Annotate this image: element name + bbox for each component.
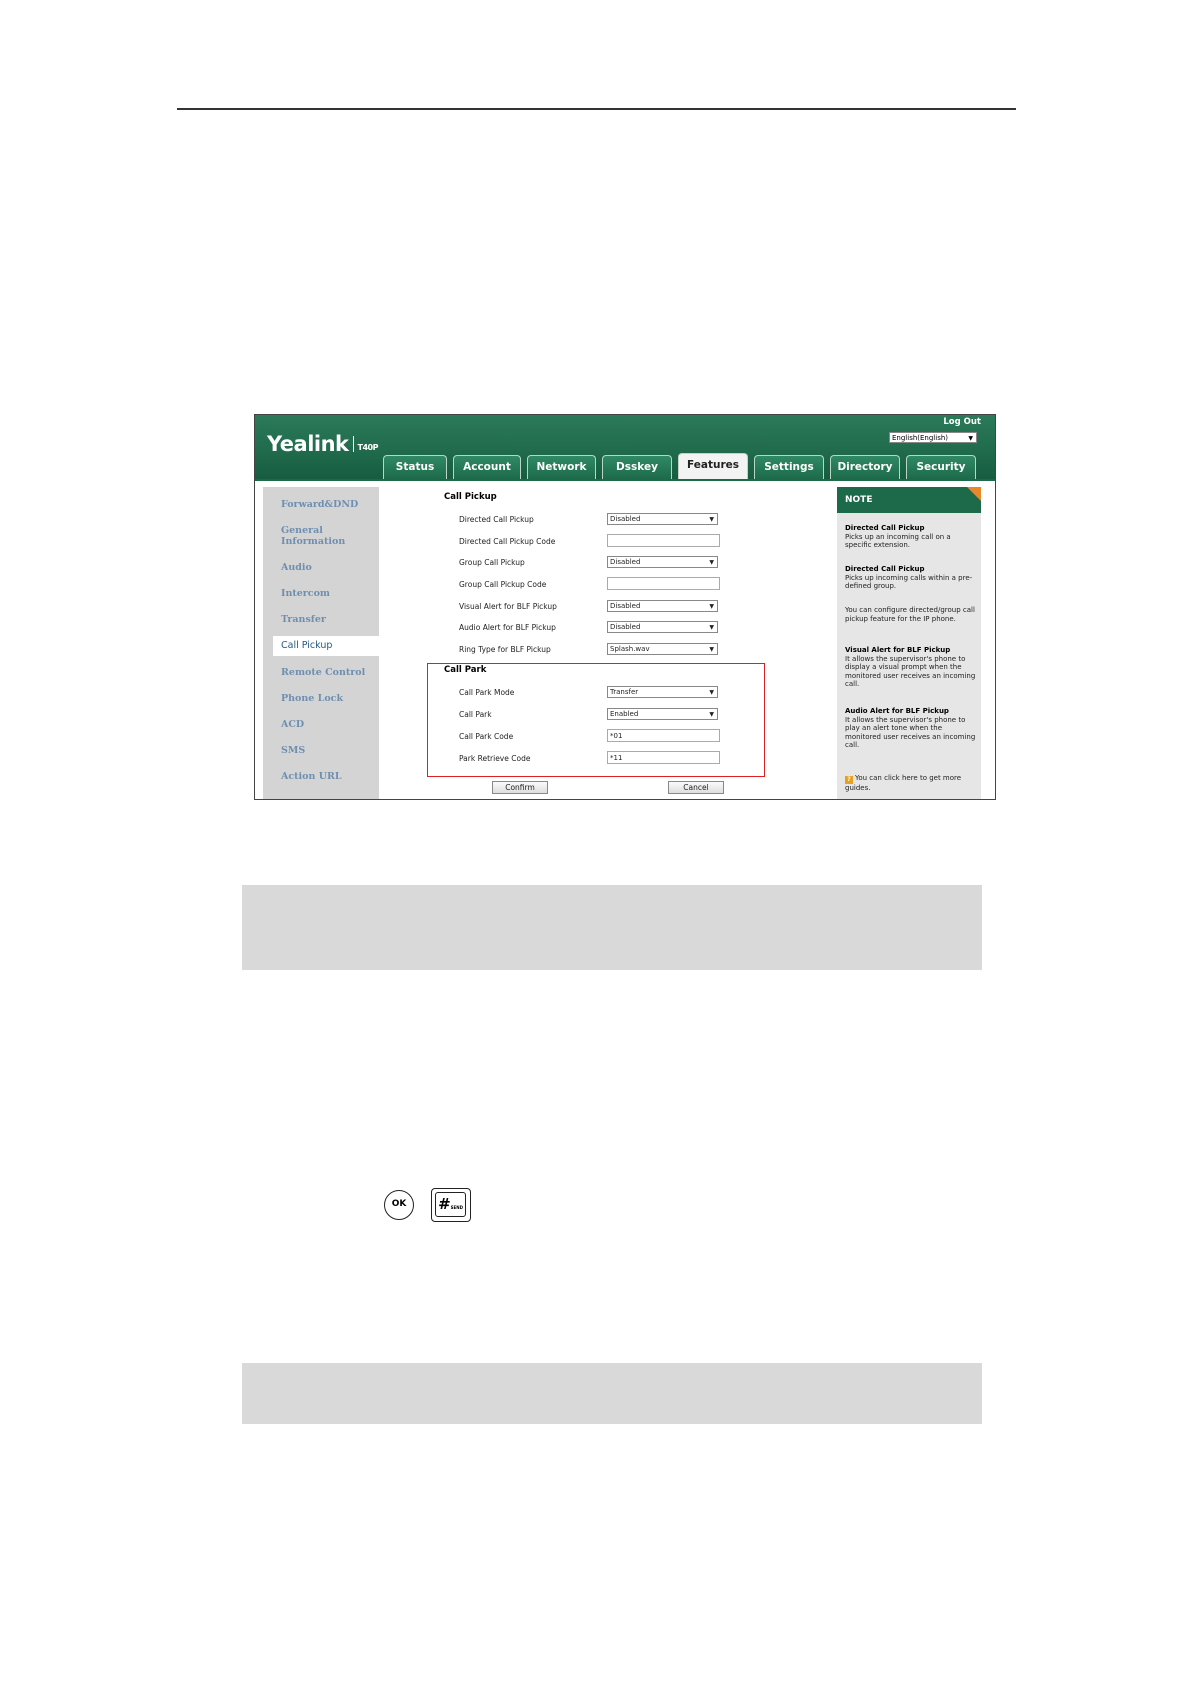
note-shading-box bbox=[242, 1363, 982, 1424]
sidebar-item-sms[interactable]: SMS bbox=[281, 745, 305, 756]
chevron-down-icon: ▼ bbox=[709, 559, 714, 566]
chevron-down-icon: ▼ bbox=[709, 646, 714, 653]
sidebar-item-action-url[interactable]: Action URL bbox=[281, 771, 342, 782]
help-icon: ? bbox=[845, 776, 853, 784]
tab-bar: Status Account Network Dsskey Features S… bbox=[255, 453, 995, 479]
sidebar-item-transfer[interactable]: Transfer bbox=[281, 614, 326, 625]
note-help-link[interactable]: ? You can click here to get more guides. bbox=[845, 774, 977, 793]
tab-network[interactable]: Network bbox=[527, 455, 596, 479]
chevron-down-icon: ▼ bbox=[709, 624, 714, 631]
tab-security[interactable]: Security bbox=[906, 455, 976, 479]
audio-alert-blf-pickup-select[interactable]: Disabled ▼ bbox=[607, 621, 718, 633]
logout-link[interactable]: Log Out bbox=[943, 417, 981, 427]
tab-features[interactable]: Features bbox=[678, 453, 748, 479]
note-block: Audio Alert for BLF Pickup It allows the … bbox=[845, 707, 976, 749]
note-panel: NOTE Directed Call Pickup Picks up an inc… bbox=[837, 487, 981, 799]
field-label: Group Call Pickup Code bbox=[459, 580, 547, 589]
note-corner-fold bbox=[967, 487, 981, 501]
chevron-down-icon: ▼ bbox=[709, 516, 714, 523]
language-select[interactable]: English(English) ▼ bbox=[889, 432, 977, 443]
field-label: Call Park bbox=[459, 710, 492, 719]
note-block: Visual Alert for BLF Pickup It allows the… bbox=[845, 646, 976, 688]
sidebar-item-call-pickup[interactable]: Call Pickup bbox=[273, 636, 389, 656]
note-block: Directed Call Pickup Picks up an incoming… bbox=[845, 524, 951, 549]
field-label: Ring Type for BLF Pickup bbox=[459, 645, 551, 654]
field-label: Visual Alert for BLF Pickup bbox=[459, 602, 557, 611]
ring-type-blf-pickup-select[interactable]: Splash.wav ▼ bbox=[607, 643, 718, 655]
call-park-select[interactable]: Enabled ▼ bbox=[607, 708, 718, 720]
tab-account[interactable]: Account bbox=[453, 455, 521, 479]
sidebar-item-audio[interactable]: Audio bbox=[281, 562, 312, 573]
cancel-button[interactable]: Cancel bbox=[668, 781, 724, 794]
directed-call-pickup-select[interactable]: Disabled ▼ bbox=[607, 513, 718, 525]
sidebar-item-remote-control[interactable]: Remote Control bbox=[281, 667, 365, 678]
sidebar-item-phone-lock[interactable]: Phone Lock bbox=[281, 693, 343, 704]
note-block: You can configure directed/group call pi… bbox=[845, 606, 975, 623]
web-ui-screenshot: Yealink T40P Log Out English(English) ▼ St… bbox=[254, 414, 996, 800]
field-label: Park Retrieve Code bbox=[459, 754, 531, 763]
header-rule bbox=[177, 108, 1016, 110]
chevron-down-icon: ▼ bbox=[968, 435, 973, 442]
chevron-down-icon: ▼ bbox=[709, 711, 714, 718]
tab-dsskey[interactable]: Dsskey bbox=[602, 455, 672, 479]
group-call-pickup-code-input[interactable] bbox=[607, 577, 720, 590]
chevron-down-icon: ▼ bbox=[709, 603, 714, 610]
call-pickup-title: Call Pickup bbox=[444, 492, 497, 502]
note-block: Directed Call Pickup Picks up incoming ca… bbox=[845, 565, 973, 590]
directed-call-pickup-code-input[interactable] bbox=[607, 534, 720, 547]
ok-key-icon: OK bbox=[384, 1190, 414, 1220]
call-park-title: Call Park bbox=[444, 665, 487, 675]
sidebar-item-general-information[interactable]: General Information bbox=[281, 525, 351, 547]
tab-settings[interactable]: Settings bbox=[754, 455, 824, 479]
note-title: NOTE bbox=[837, 487, 981, 513]
call-park-code-input[interactable]: *01 bbox=[607, 729, 720, 742]
sidebar-item-intercom[interactable]: Intercom bbox=[281, 588, 330, 599]
field-label: Audio Alert for BLF Pickup bbox=[459, 623, 556, 632]
field-label: Directed Call Pickup bbox=[459, 515, 534, 524]
field-label: Group Call Pickup bbox=[459, 558, 525, 567]
sidebar-item-forward-dnd[interactable]: Forward&DND bbox=[281, 499, 358, 510]
field-label: Call Park Code bbox=[459, 732, 514, 741]
chevron-down-icon: ▼ bbox=[709, 689, 714, 696]
header-underline bbox=[255, 479, 995, 481]
note-shading-box bbox=[242, 885, 982, 970]
top-header: Yealink T40P Log Out English(English) ▼ St… bbox=[255, 415, 995, 479]
sidebar-item-acd[interactable]: ACD bbox=[281, 719, 304, 730]
group-call-pickup-select[interactable]: Disabled ▼ bbox=[607, 556, 718, 568]
park-retrieve-code-input[interactable]: *11 bbox=[607, 751, 720, 764]
tab-directory[interactable]: Directory bbox=[830, 455, 900, 479]
hash-send-key-icon: #SEND bbox=[431, 1188, 471, 1222]
field-label: Call Park Mode bbox=[459, 688, 515, 697]
visual-alert-blf-pickup-select[interactable]: Disabled ▼ bbox=[607, 600, 718, 612]
call-park-mode-select[interactable]: Transfer ▼ bbox=[607, 686, 718, 698]
tab-status[interactable]: Status bbox=[383, 455, 447, 479]
field-label: Directed Call Pickup Code bbox=[459, 537, 556, 546]
confirm-button[interactable]: Confirm bbox=[492, 781, 548, 794]
